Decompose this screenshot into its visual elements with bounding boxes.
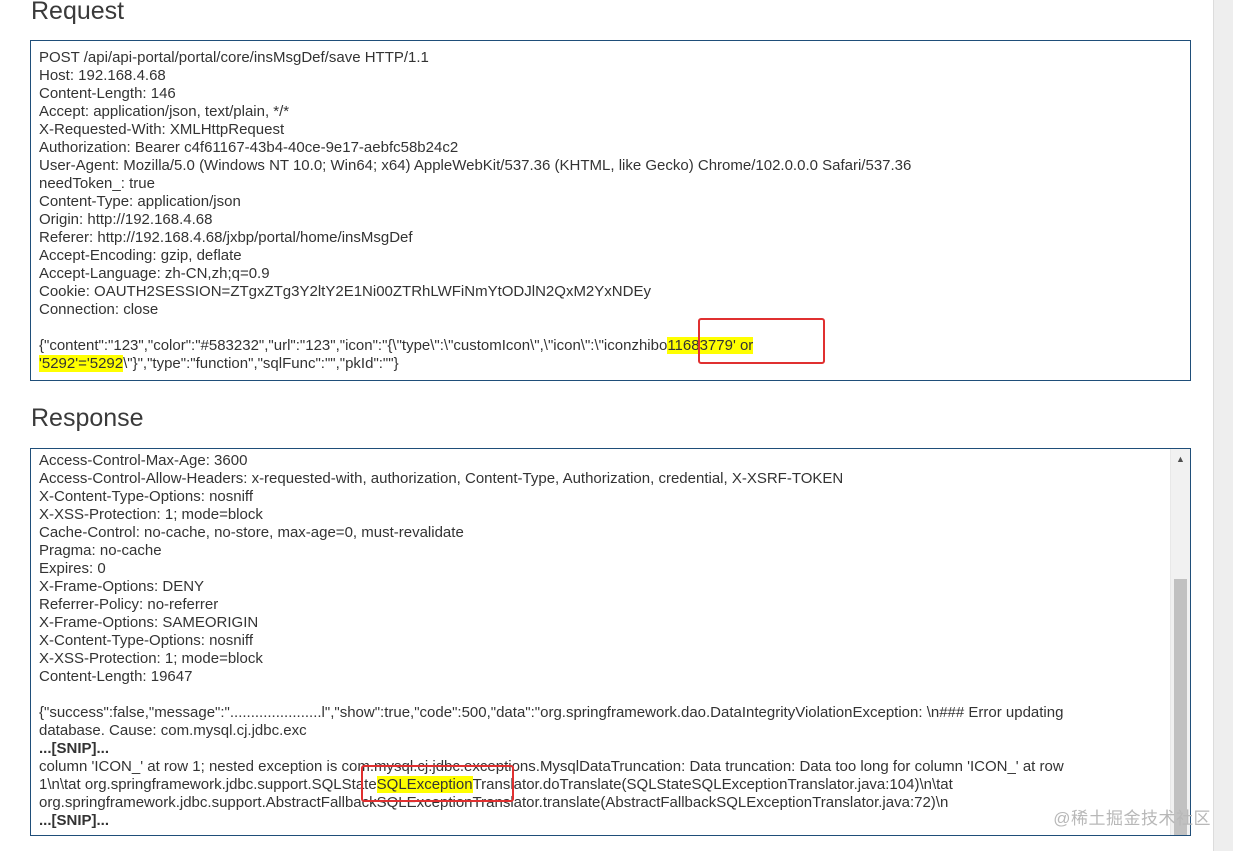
request-header-line: Accept-Language: zh-CN,zh;q=0.9 <box>39 265 270 282</box>
request-header-line: X-Requested-With: XMLHttpRequest <box>39 121 285 138</box>
response-body-line: 1\n\tat org.springframework.jdbc.support… <box>39 776 1160 794</box>
request-header-line: Referer: http://192.168.4.68/jxbp/portal… <box>39 229 413 246</box>
response-header-line: Referrer-Policy: no-referrer <box>39 596 219 613</box>
request-body-text: \"}","type":"function","sqlFunc":"","pkI… <box>123 355 399 372</box>
injection-payload-highlight: '5292'='5292 <box>39 355 124 372</box>
request-header-line: Accept-Encoding: gzip, deflate <box>39 247 242 264</box>
response-header-line: X-XSS-Protection: 1; mode=block <box>39 506 263 523</box>
response-body-line: column 'ICON_' at row 1; nested exceptio… <box>39 758 1064 775</box>
response-header-line: X-Frame-Options: SAMEORIGIN <box>39 614 259 631</box>
scroll-up-arrow-icon[interactable]: ▲ <box>1171 449 1190 469</box>
request-header-line: Content-Type: application/json <box>39 193 241 210</box>
response-body-text: 1\n\tat org.springframework.jdbc.support… <box>39 776 377 793</box>
response-body-line: org.springframework.jdbc.support.Abstrac… <box>39 794 949 811</box>
response-heading: Response <box>31 404 144 432</box>
snip-marker: ...[SNIP]... <box>39 740 110 757</box>
injection-payload-highlight: 11683779' or <box>667 337 754 354</box>
request-header-line: Authorization: Bearer c4f61167-43b4-40ce… <box>39 139 459 156</box>
response-panel[interactable]: Access-Control-Max-Age: 3600 Access-Cont… <box>30 448 1191 836</box>
snip-marker: ...[SNIP]... <box>39 812 110 829</box>
response-header-line: Expires: 0 <box>39 560 106 577</box>
response-content: Access-Control-Max-Age: 3600 Access-Cont… <box>39 452 1160 830</box>
response-header-line: Pragma: no-cache <box>39 542 162 559</box>
response-header-line: X-Content-Type-Options: nosniff <box>39 632 253 649</box>
response-header-line: Cache-Control: no-cache, no-store, max-a… <box>39 524 464 541</box>
response-header-line: Access-Control-Max-Age: 3600 <box>39 452 248 469</box>
response-header-line: X-Content-Type-Options: nosniff <box>39 488 253 505</box>
response-header-line: X-Frame-Options: DENY <box>39 578 205 595</box>
response-header-line: Content-Length: 19647 <box>39 668 193 685</box>
request-body-line-1: {"content":"123","color":"#583232","url"… <box>39 337 1176 355</box>
page: Request POST /api/api-portal/portal/core… <box>0 0 1214 851</box>
request-header-line: Origin: http://192.168.4.68 <box>39 211 213 228</box>
request-panel[interactable]: POST /api/api-portal/portal/core/insMsgD… <box>30 40 1191 381</box>
request-header-line: Cookie: OAUTH2SESSION=ZTgxZTg3Y2ltY2E1Ni… <box>39 283 651 300</box>
watermark: @稀土掘金技术社区 <box>1053 809 1211 828</box>
response-body-line: database. Cause: com.mysql.cj.jdbc.exc <box>39 722 307 739</box>
sql-exception-highlight: SQLException <box>376 776 473 793</box>
request-header-line: User-Agent: Mozilla/5.0 (Windows NT 10.0… <box>39 157 912 174</box>
request-header-line: Content-Length: 146 <box>39 85 176 102</box>
request-header-line: needToken_: true <box>39 175 155 192</box>
request-heading: Request <box>31 0 125 25</box>
response-header-line: Access-Control-Allow-Headers: x-requeste… <box>39 470 844 487</box>
request-header-line: POST /api/api-portal/portal/core/insMsgD… <box>39 49 429 66</box>
request-header-line: Host: 192.168.4.68 <box>39 67 166 84</box>
request-body-line-2: '5292'='5292\"}","type":"function","sqlF… <box>39 355 1176 373</box>
request-header-line: Connection: close <box>39 301 159 318</box>
response-body-text: Translator.doTranslate(SQLStateSQLExcept… <box>472 776 953 793</box>
request-body-text: {"content":"123","color":"#583232","url"… <box>39 337 668 354</box>
response-scrollbar[interactable]: ▲ <box>1170 449 1190 835</box>
response-body-line: {"success":false,"message":"............… <box>39 704 1064 721</box>
request-header-line: Accept: application/json, text/plain, */… <box>39 103 290 120</box>
scroll-thumb[interactable] <box>1174 579 1187 835</box>
response-header-line: X-XSS-Protection: 1; mode=block <box>39 650 263 667</box>
request-content: POST /api/api-portal/portal/core/insMsgD… <box>39 49 1176 373</box>
